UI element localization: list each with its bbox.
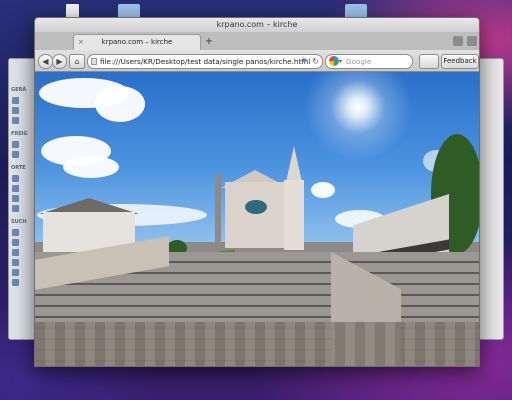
search-engine-chevron-icon[interactable]: ▾ [339, 55, 342, 68]
finder-sidebar-item[interactable] [12, 195, 30, 202]
finder-sidebar-item[interactable] [12, 259, 30, 266]
finder-sidebar-heading: ORTE [11, 165, 26, 171]
tab-kirche[interactable]: × krpano.com – kirche [73, 34, 201, 50]
grid-view-icon[interactable] [467, 36, 477, 46]
folder-icon [12, 279, 19, 286]
church-spire [286, 146, 302, 182]
bookmark-star-icon[interactable]: ★ [300, 55, 308, 68]
home-button[interactable]: ⌂ [69, 54, 85, 69]
address-bar-url[interactable]: file:///Users/KR/Desktop/test data/singl… [100, 55, 310, 68]
church-window [245, 200, 267, 214]
forward-button[interactable]: ▶ [52, 54, 67, 69]
finder-sidebar-item[interactable] [12, 175, 30, 182]
cloud [311, 182, 335, 198]
finder-sidebar-item[interactable] [12, 185, 30, 192]
cloud [63, 156, 119, 178]
device-icon [12, 107, 19, 114]
home-icon [12, 185, 19, 192]
close-tab-icon[interactable]: × [78, 35, 84, 50]
cobblestone-plaza [35, 322, 479, 366]
finder-sidebar-item[interactable] [12, 249, 30, 256]
clock-icon [12, 229, 19, 236]
finder-sidebar-item[interactable] [12, 269, 30, 276]
device-icon [12, 97, 19, 104]
finder-sidebar: GERÄ FREIG ORTE SUCH [9, 59, 36, 339]
folder-icon [12, 259, 19, 266]
clock-icon [12, 249, 19, 256]
finder-sidebar-item[interactable] [12, 117, 30, 124]
feedback-label: Feedback [443, 57, 477, 65]
reload-icon[interactable]: ↻ [312, 55, 319, 68]
finder-sidebar-item[interactable] [12, 107, 30, 114]
page-menu-button[interactable] [419, 54, 439, 69]
church-tower [284, 180, 304, 250]
finder-sidebar-heading: SUCH [11, 219, 27, 225]
clock-icon [12, 239, 19, 246]
church [225, 182, 285, 248]
cloud [95, 86, 145, 122]
documents-icon [12, 205, 19, 212]
search-input[interactable]: ▾ Google [325, 54, 413, 69]
tab-bar: × krpano.com – kirche + [35, 32, 479, 51]
finder-sidebar-heading: FREIG [11, 131, 28, 137]
browser-window: krpano.com – kirche × krpano.com – kirch… [34, 17, 480, 367]
folder-icon [12, 269, 19, 276]
google-icon[interactable] [329, 56, 339, 66]
folder-icon [12, 175, 19, 182]
finder-sidebar-heading: GERÄ [11, 87, 27, 93]
downloads-icon[interactable] [453, 36, 463, 46]
network-icon [12, 151, 19, 158]
tab-label: krpano.com – kirche [101, 38, 173, 46]
feedback-button[interactable]: Feedback ▾ [441, 54, 479, 78]
finder-sidebar-item[interactable] [12, 141, 30, 148]
finder-sidebar-item[interactable] [12, 239, 30, 246]
applications-icon [12, 195, 19, 202]
finder-sidebar-item[interactable] [12, 229, 30, 236]
page-icon [91, 58, 97, 65]
finder-sidebar-item[interactable] [12, 205, 30, 212]
window-title: krpano.com – kirche [35, 18, 479, 32]
panorama-viewer[interactable] [35, 72, 479, 366]
finder-sidebar-item[interactable] [12, 97, 30, 104]
back-button[interactable]: ◀ [38, 54, 53, 69]
address-bar[interactable]: file:///Users/KR/Desktop/test data/singl… [87, 54, 323, 69]
finder-sidebar-item[interactable] [12, 279, 30, 286]
search-placeholder: Google [346, 57, 372, 66]
navigation-toolbar: ◀ ▶ ⌂ file:///Users/KR/Desktop/test data… [35, 50, 479, 78]
new-tab-button[interactable]: + [203, 36, 215, 47]
network-icon [12, 141, 19, 148]
device-icon [12, 117, 19, 124]
finder-sidebar-item[interactable] [12, 151, 30, 158]
